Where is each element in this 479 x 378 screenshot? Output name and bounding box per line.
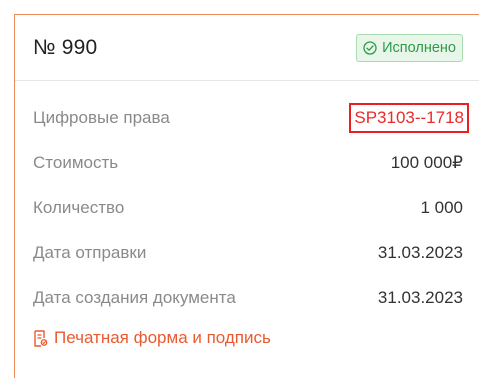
detail-value: 100 000₽	[390, 152, 463, 172]
detail-row-quantity: Количество 1 000	[33, 185, 463, 230]
order-card: № 990 Исполнено Цифровые права SP3103--1…	[14, 14, 479, 378]
detail-value: 31.03.2023	[377, 287, 463, 307]
detail-label: Количество	[33, 197, 125, 217]
detail-row-digital-rights: Цифровые права SP3103--1718	[33, 95, 469, 140]
detail-row-cost: Стоимость 100 000₽	[33, 140, 463, 185]
details-list: Цифровые права SP3103--1718 Стоимость 10…	[15, 95, 479, 320]
document-signature-icon	[34, 329, 48, 347]
detail-label: Цифровые права	[33, 107, 170, 127]
check-circle-icon	[363, 40, 377, 55]
detail-label: Стоимость	[33, 152, 119, 172]
detail-label: Дата отправки	[33, 242, 147, 262]
detail-label: Дата создания документа	[33, 287, 236, 307]
print-form-link[interactable]: Печатная форма и подпись	[33, 328, 479, 348]
digital-rights-link[interactable]: SP3103--1718	[349, 102, 469, 133]
order-header: № 990 Исполнено	[15, 15, 479, 81]
detail-value: 31.03.2023	[377, 242, 463, 262]
order-number: № 990	[33, 35, 98, 59]
print-form-label: Печатная форма и подпись	[54, 328, 271, 347]
detail-row-created-date: Дата создания документа 31.03.2023	[33, 275, 463, 320]
detail-value: 1 000	[420, 197, 463, 217]
detail-row-sent-date: Дата отправки 31.03.2023	[33, 230, 463, 275]
status-text: Исполнено	[382, 39, 456, 56]
status-badge: Исполнено	[356, 33, 463, 62]
